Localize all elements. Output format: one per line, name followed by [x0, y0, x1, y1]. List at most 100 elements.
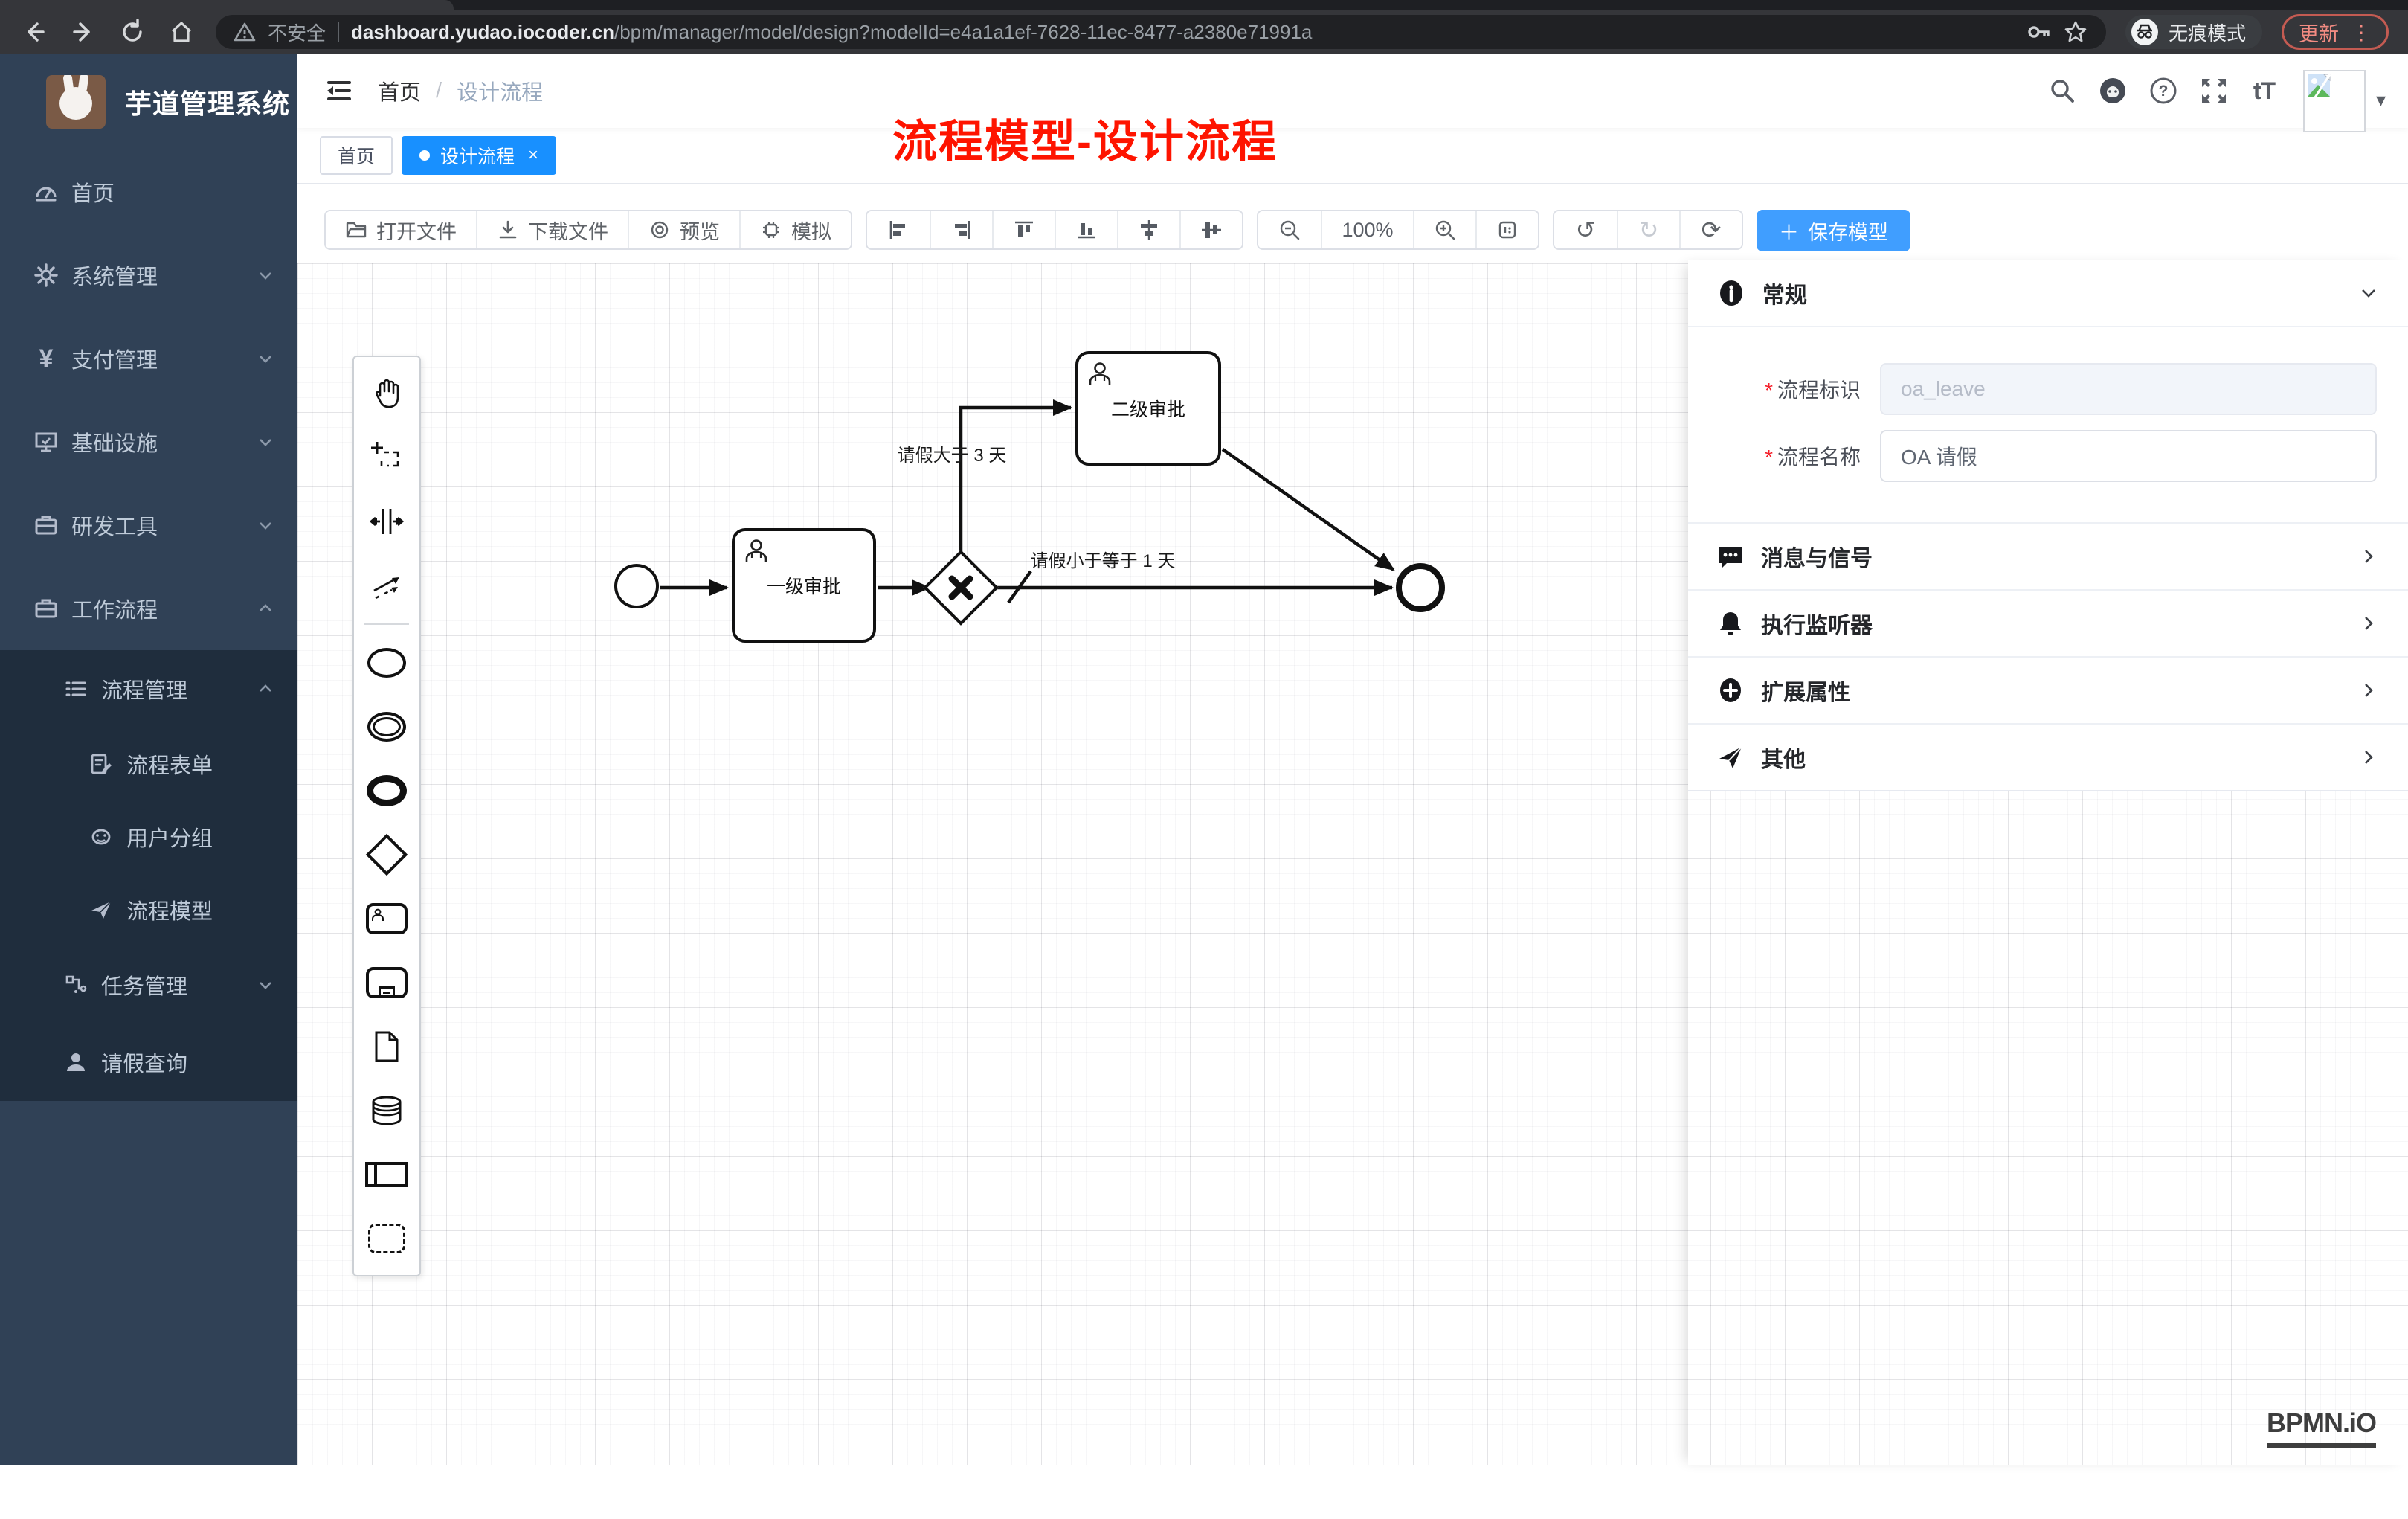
redo-icon[interactable]: ↻: [1617, 211, 1679, 248]
properties-card: 常规 *流程标识 oa_leave *流程名称 OA 请假: [1688, 260, 2408, 791]
github-icon[interactable]: [2093, 71, 2132, 110]
section-general[interactable]: 常规: [1688, 260, 2408, 327]
url-text[interactable]: dashboard.yudao.iocoder.cn/bpm/manager/m…: [351, 21, 2014, 44]
process-name-input[interactable]: OA 请假: [1880, 430, 2377, 482]
create-data-store[interactable]: [354, 1079, 419, 1143]
bell-icon: [1716, 609, 1745, 638]
flow-gateway-to-task2: [961, 408, 1071, 559]
back-button[interactable]: [19, 17, 49, 47]
help-icon[interactable]: ?: [2144, 71, 2183, 110]
space-tool[interactable]: [354, 489, 419, 553]
avatar[interactable]: [2303, 70, 2366, 132]
create-intermediate-event[interactable]: [354, 695, 419, 759]
create-end-event[interactable]: [354, 759, 419, 823]
zoom-reset-icon[interactable]: [1475, 211, 1538, 248]
reload-button[interactable]: [117, 17, 147, 47]
create-exclusive-gateway[interactable]: [354, 823, 419, 887]
message-icon: [1716, 542, 1745, 571]
hand-tool[interactable]: [354, 362, 419, 425]
chevron-right-icon: [2357, 545, 2380, 568]
tab-home[interactable]: 首页: [320, 136, 393, 175]
process-name-row: *流程名称 OA 请假: [1707, 430, 2377, 482]
sidebar-item-process-management[interactable]: 流程管理: [0, 650, 297, 728]
sidebar-item-system[interactable]: 系统管理: [0, 234, 297, 317]
sidebar-item-workflow[interactable]: 工作流程: [0, 567, 297, 650]
sidebar-item-payment[interactable]: ¥ 支付管理: [0, 317, 297, 400]
simulate-button[interactable]: 模拟: [739, 211, 851, 248]
section-other[interactable]: 其他: [1688, 725, 2408, 791]
sidebar-collapse-button[interactable]: [320, 71, 358, 110]
preview-button[interactable]: 预览: [628, 211, 739, 248]
sidebar-item-home[interactable]: 首页: [0, 150, 297, 234]
global-connect-tool[interactable]: [354, 553, 419, 617]
open-file-button[interactable]: 打开文件: [326, 211, 476, 248]
home-button[interactable]: [167, 17, 196, 47]
create-subprocess[interactable]: [354, 951, 419, 1015]
section-extended-attributes[interactable]: 扩展属性: [1688, 658, 2408, 725]
fullscreen-icon[interactable]: [2195, 71, 2233, 110]
chevron-up-icon: [256, 679, 275, 699]
plus-icon: ＋: [1779, 216, 1799, 245]
briefcase-icon: [33, 596, 59, 621]
tab-design-process[interactable]: 设计流程 ×: [402, 136, 556, 175]
sidebar-item-label: 支付管理: [71, 343, 244, 374]
align-right-icon[interactable]: [930, 211, 992, 248]
forward-button[interactable]: [68, 17, 98, 47]
sidebar-item-user-groups[interactable]: 用户分组: [0, 800, 297, 873]
section-title: 消息与信号: [1761, 540, 2341, 573]
create-participant[interactable]: [354, 1143, 419, 1207]
security-warning-label[interactable]: 不安全: [268, 19, 326, 46]
list-icon: [62, 677, 89, 701]
browser-active-tab[interactable]: [0, 0, 454, 10]
undo-icon[interactable]: ↺: [1554, 211, 1617, 248]
address-bar[interactable]: 不安全 dashboard.yudao.iocoder.cn/bpm/manag…: [216, 15, 2106, 49]
close-icon[interactable]: ×: [528, 145, 538, 166]
sidebar-item-task-management[interactable]: 任务管理: [0, 946, 297, 1024]
bookmark-star-icon[interactable]: [2063, 19, 2088, 45]
security-warning-icon[interactable]: [234, 21, 256, 43]
download-file-button[interactable]: 下载文件: [476, 211, 628, 248]
start-event[interactable]: [614, 564, 659, 608]
text-size-icon[interactable]: tT: [2245, 71, 2284, 110]
send-icon: [1716, 743, 1745, 771]
sidebar-item-infrastructure[interactable]: 基础设施: [0, 400, 297, 484]
avatar-caret-icon[interactable]: ▾: [2376, 89, 2386, 112]
restart-icon[interactable]: ⟳: [1679, 211, 1742, 248]
zoom-button-group: 100%: [1257, 210, 1539, 250]
align-top-icon[interactable]: [992, 211, 1055, 248]
zoom-in-icon[interactable]: [1413, 211, 1475, 248]
sidebar-item-label: 请假查询: [101, 1047, 275, 1078]
main-content: 首页 / 设计流程 ? tT ▾ 首页 设计流程 ×: [297, 54, 2408, 1465]
sidebar-item-leave-query[interactable]: 请假查询: [0, 1024, 297, 1101]
create-data-object[interactable]: [354, 1015, 419, 1079]
url-domain: dashboard.yudao.iocoder.cn: [351, 21, 614, 43]
sidebar-item-process-form[interactable]: 流程表单: [0, 728, 297, 800]
end-event[interactable]: [1396, 563, 1445, 612]
incognito-label: 无痕模式: [2169, 19, 2246, 46]
create-group[interactable]: [354, 1207, 419, 1271]
create-start-event[interactable]: [354, 631, 419, 695]
sidebar-item-process-model[interactable]: 流程模型: [0, 873, 297, 946]
lasso-tool[interactable]: [354, 425, 419, 489]
update-button[interactable]: 更新 ⋮: [2282, 14, 2389, 50]
section-execution-listener[interactable]: 执行监听器: [1688, 591, 2408, 658]
zoom-out-icon[interactable]: [1258, 211, 1321, 248]
align-left-icon[interactable]: [867, 211, 930, 248]
section-message-signal[interactable]: 消息与信号: [1688, 524, 2408, 591]
sidebar-item-devtools[interactable]: 研发工具: [0, 484, 297, 567]
breadcrumb-home[interactable]: 首页: [378, 75, 421, 106]
app-logo[interactable]: 芋道管理系统: [0, 54, 297, 150]
user-task-level1[interactable]: 一级审批: [732, 528, 876, 643]
search-icon[interactable]: [2043, 71, 2082, 110]
user-task-level2[interactable]: 二级审批: [1075, 351, 1221, 466]
bpmn-palette: [352, 356, 421, 1276]
plus-circle-icon: [1716, 676, 1745, 704]
align-horizontal-center-icon[interactable]: [1179, 211, 1242, 248]
align-bottom-icon[interactable]: [1055, 211, 1117, 248]
create-user-task[interactable]: [354, 887, 419, 951]
dashboard-icon: [33, 179, 59, 205]
align-vertical-center-icon[interactable]: [1117, 211, 1179, 248]
browser-menu-icon[interactable]: ⋮: [2351, 20, 2372, 45]
save-model-button[interactable]: ＋ 保存模型: [1757, 210, 1910, 251]
password-key-icon[interactable]: [2026, 19, 2051, 45]
